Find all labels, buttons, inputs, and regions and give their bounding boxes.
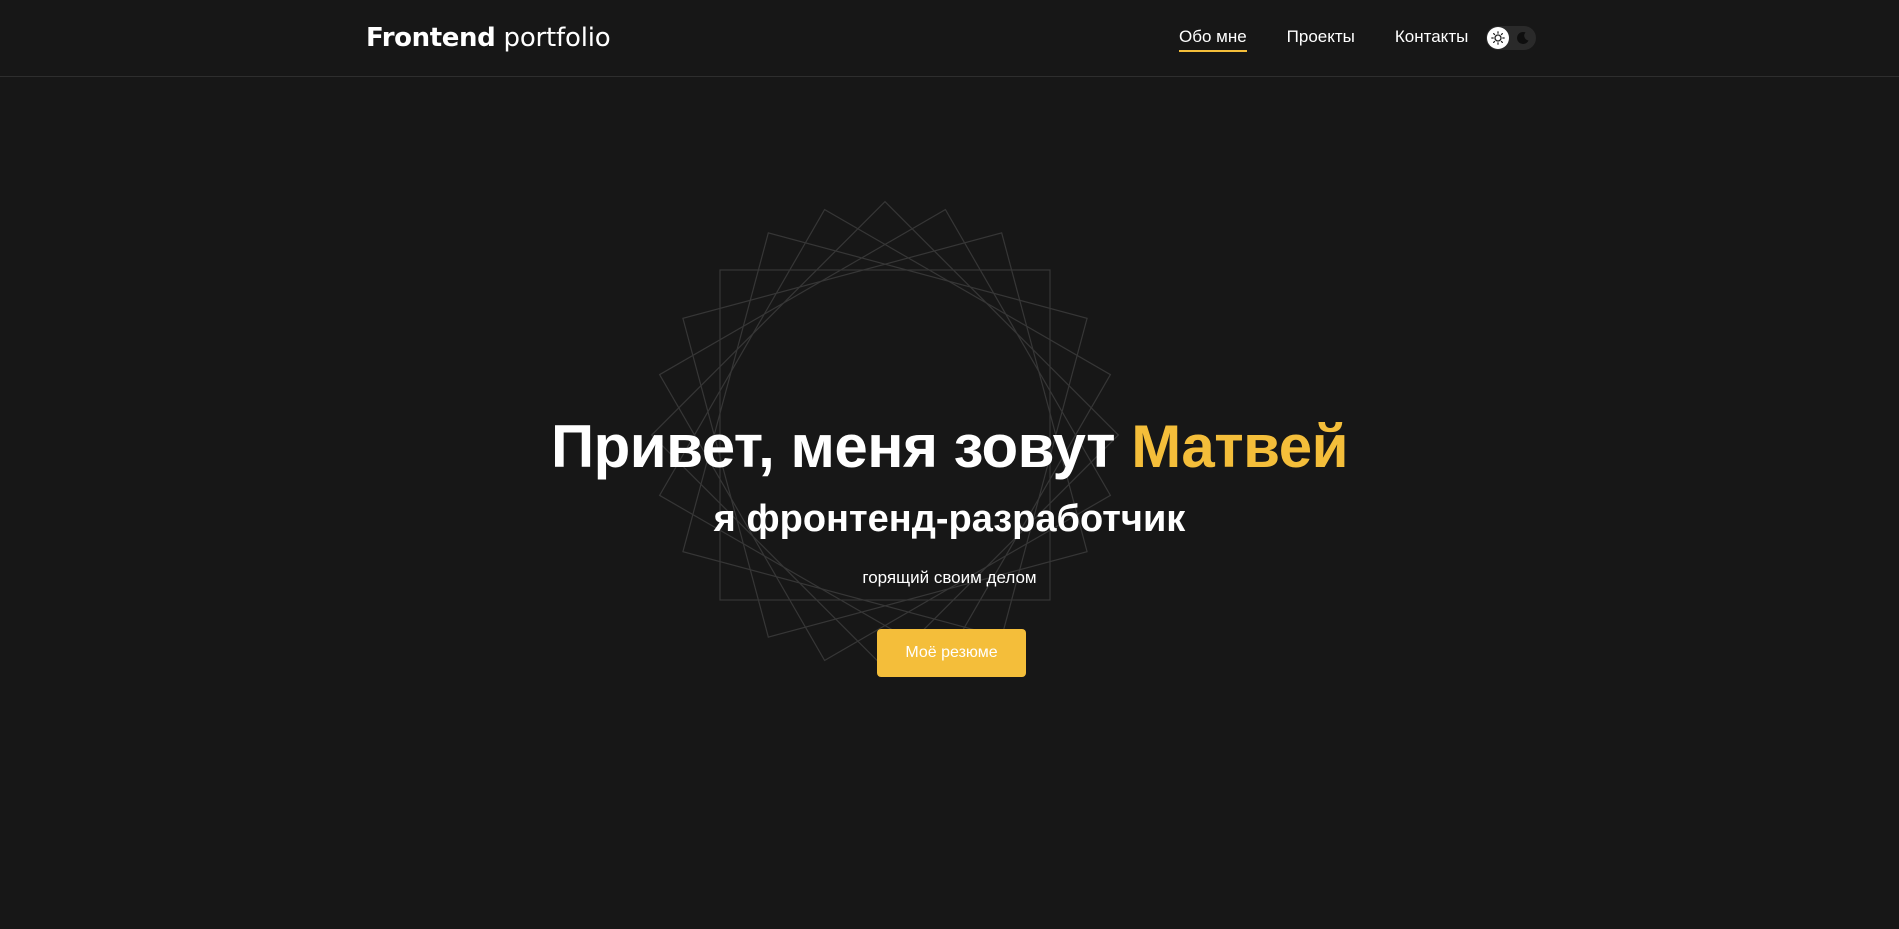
- resume-button[interactable]: Моё резюме: [877, 629, 1026, 677]
- nav-link-about[interactable]: Обо мне: [1179, 26, 1247, 52]
- nav-link-contacts[interactable]: Контакты: [1395, 26, 1468, 48]
- site-logo[interactable]: Frontend portfolio: [366, 22, 611, 54]
- sun-icon: [1487, 27, 1509, 49]
- logo-bold-text: Frontend: [366, 23, 496, 53]
- hero-title: Привет, меня зовут Матвей: [0, 412, 1899, 482]
- site-header: Frontend portfolio Обо мне Проекты Конта…: [0, 0, 1899, 77]
- nav-link-projects[interactable]: Проекты: [1287, 26, 1355, 48]
- moon-icon: [1514, 29, 1532, 47]
- hero-tagline: горящий своим делом: [862, 568, 1037, 587]
- main-nav: Обо мне Проекты Контакты: [1179, 26, 1468, 52]
- hero-subtitle: я фронтенд-разработчик: [713, 498, 1186, 540]
- hero-title-name: Матвей: [1131, 413, 1349, 480]
- page: Frontend portfolio Обо мне Проекты Конта…: [0, 0, 1899, 929]
- theme-toggle[interactable]: [1486, 26, 1536, 50]
- hero-title-prefix: Привет, меня зовут: [550, 413, 1116, 480]
- logo-light-text: portfolio: [503, 23, 611, 53]
